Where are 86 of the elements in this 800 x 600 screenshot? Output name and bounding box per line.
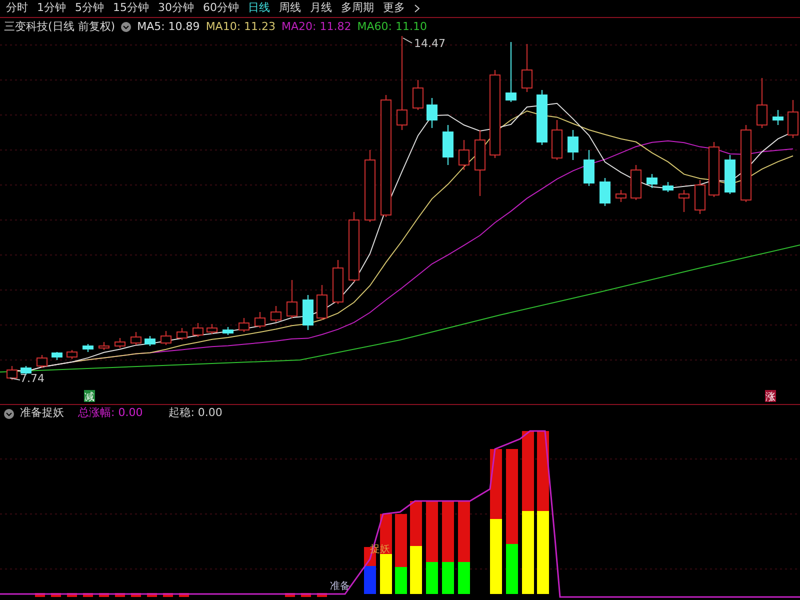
candlestick bbox=[348, 212, 360, 282]
dropdown-icon[interactable] bbox=[121, 22, 132, 32]
candlestick bbox=[270, 306, 282, 322]
signal-label: 捉妖 bbox=[370, 544, 390, 555]
small-bar bbox=[131, 593, 141, 597]
candlestick bbox=[474, 130, 486, 196]
candlestick bbox=[192, 322, 204, 338]
small-bar bbox=[99, 593, 109, 597]
signal-label: 准备 bbox=[330, 581, 350, 592]
ma-value: MA5: 10.89 bbox=[137, 18, 200, 35]
candlestick bbox=[536, 90, 548, 146]
period-tab[interactable]: 15分钟 bbox=[113, 0, 149, 17]
candlestick bbox=[160, 330, 172, 346]
small-bar bbox=[163, 593, 173, 597]
period-tab[interactable]: 月线 bbox=[310, 0, 332, 17]
period-tab[interactable]: 60分钟 bbox=[203, 0, 239, 17]
candlestick bbox=[176, 328, 188, 340]
period-tab[interactable]: 多周期 bbox=[341, 0, 374, 17]
candlestick bbox=[616, 190, 626, 202]
period-tab[interactable]: 30分钟 bbox=[158, 0, 194, 17]
candlestick bbox=[708, 142, 720, 198]
candlestick bbox=[254, 312, 266, 328]
candlestick bbox=[286, 280, 298, 318]
small-bar bbox=[179, 593, 189, 597]
candlestick bbox=[114, 338, 126, 348]
candlestick bbox=[724, 154, 736, 194]
stock-title: 三变科技(日线 前复权) bbox=[4, 18, 116, 35]
candlestick bbox=[98, 342, 110, 350]
candlestick bbox=[458, 140, 470, 170]
period-tab[interactable]: 分时 bbox=[6, 0, 28, 17]
candlestick bbox=[662, 182, 674, 192]
candlestick bbox=[332, 260, 344, 304]
candlestick bbox=[584, 150, 594, 186]
candlestick bbox=[442, 124, 454, 166]
small-bar bbox=[35, 593, 45, 597]
ma-value: MA20: 11.82 bbox=[282, 18, 352, 35]
small-bar bbox=[51, 593, 61, 597]
candlestick bbox=[600, 178, 610, 206]
indicator-value: 起稳: 0.00 bbox=[168, 405, 222, 422]
low-price-label: 7.74 bbox=[10, 372, 44, 385]
candlestick bbox=[36, 354, 48, 368]
indicator-title: 准备捉妖 bbox=[20, 405, 64, 422]
period-tab[interactable]: 日线 bbox=[248, 0, 270, 17]
candlestick bbox=[630, 164, 642, 200]
signal-marker: 涨 bbox=[765, 390, 776, 403]
indicator-value: 总涨幅: 0.00 bbox=[78, 405, 143, 422]
candlestick bbox=[772, 110, 784, 126]
candlestick bbox=[20, 366, 32, 376]
signal-marker: 减 bbox=[84, 390, 95, 403]
period-tab[interactable]: 周线 bbox=[279, 0, 301, 17]
ma-value: MA60: 11.10 bbox=[357, 18, 427, 35]
candlestick bbox=[130, 332, 142, 346]
small-bar bbox=[285, 593, 295, 597]
candlestick bbox=[238, 318, 250, 332]
small-bar bbox=[115, 593, 125, 597]
candlestick bbox=[522, 44, 532, 92]
small-bar bbox=[317, 593, 327, 597]
candlestick bbox=[302, 294, 314, 330]
candlestick bbox=[222, 326, 234, 336]
candlestick bbox=[646, 174, 658, 188]
candlestick bbox=[144, 336, 156, 346]
candlestick bbox=[552, 120, 562, 160]
candlestick bbox=[756, 78, 768, 128]
small-bar bbox=[147, 593, 157, 597]
period-tab[interactable]: 1分钟 bbox=[37, 0, 66, 17]
small-bar bbox=[83, 593, 93, 597]
high-price-label: 14.47 bbox=[402, 37, 446, 50]
dropdown-icon[interactable] bbox=[4, 408, 14, 418]
chevron-right-icon[interactable] bbox=[414, 4, 420, 13]
candlestick bbox=[66, 350, 78, 360]
candlestick bbox=[316, 284, 328, 320]
candlestick bbox=[6, 366, 18, 380]
candlestick bbox=[568, 130, 578, 160]
period-tab[interactable]: 5分钟 bbox=[75, 0, 104, 17]
period-tab[interactable]: 更多 bbox=[383, 0, 405, 17]
ma-value: MA10: 11.23 bbox=[206, 18, 276, 35]
candlestick bbox=[206, 324, 218, 334]
candlestick bbox=[678, 190, 690, 212]
stacked-bar-base bbox=[364, 566, 376, 594]
candlestick bbox=[694, 180, 706, 214]
candlestick bbox=[426, 98, 438, 128]
small-bar bbox=[67, 593, 77, 597]
candlestick bbox=[412, 80, 424, 110]
small-bar bbox=[301, 593, 311, 597]
candlestick bbox=[52, 352, 62, 360]
candlestick bbox=[506, 42, 516, 102]
